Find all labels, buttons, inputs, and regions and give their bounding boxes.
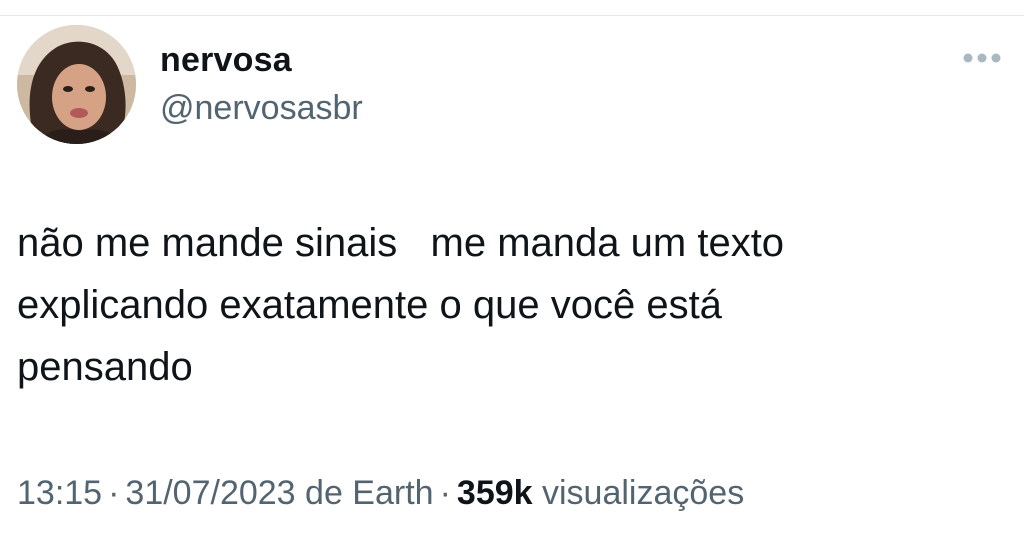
avatar-photo	[17, 25, 136, 144]
tweet-text: não me mande sinais me manda um texto ex…	[17, 221, 785, 389]
views-label: visualizações	[542, 474, 745, 512]
separator-dot: ·	[108, 474, 120, 512]
tweet-source: de Earth	[305, 474, 434, 512]
ellipsis-horizontal-icon	[962, 51, 1002, 69]
tweet-metadata: 13:15 · 31/07/2023 de Earth · 359k visualiza…	[17, 470, 744, 516]
separator-dot: ·	[439, 474, 451, 512]
more-options-button[interactable]	[960, 48, 1004, 72]
avatar[interactable]	[17, 25, 136, 144]
tweet-date[interactable]: 31/07/2023	[125, 474, 295, 512]
top-divider	[0, 15, 1024, 16]
author-handle[interactable]: @nervosasbr	[160, 86, 363, 130]
views-count: 359k	[456, 474, 533, 512]
tweet-time[interactable]: 13:15	[17, 474, 102, 512]
author-display-name[interactable]: nervosa	[160, 38, 292, 82]
